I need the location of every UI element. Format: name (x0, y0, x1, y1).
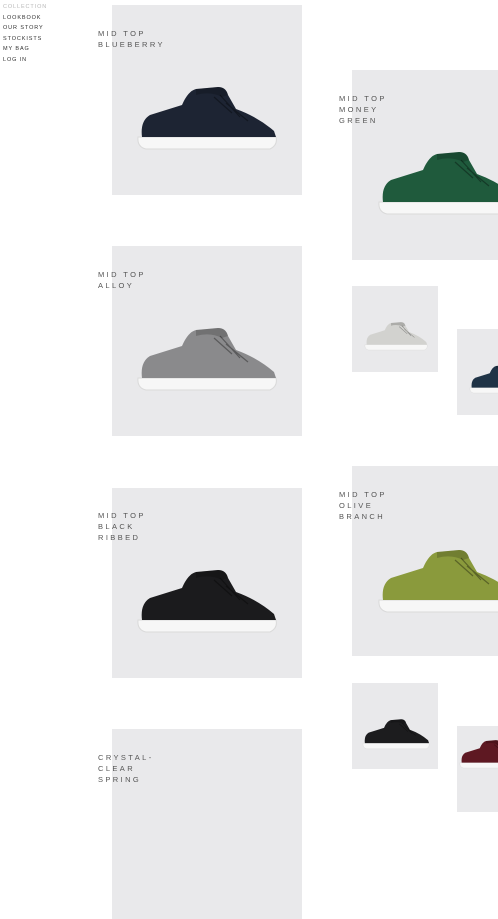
product-name-crystal-clear[interactable]: CRYSTAL- CLEAR SPRING (98, 752, 154, 785)
shoe-image (378, 152, 498, 215)
product-name-black-ribbed[interactable]: MID TOP BLACK RIBBED (98, 510, 146, 543)
product-tile-small-white[interactable] (352, 286, 438, 372)
product-tile-small-burgundy[interactable] (457, 726, 498, 812)
shoe-image (137, 328, 277, 391)
nav-collection[interactable]: COLLECTION (3, 2, 47, 13)
product-name-money-green[interactable]: MID TOP MONEY GREEN (339, 93, 387, 126)
nav-our-story[interactable]: OUR STORY (3, 23, 47, 34)
shoe-image (459, 740, 498, 769)
product-tile-small-navy[interactable] (457, 329, 498, 415)
nav-lookbook[interactable]: LOOKBOOK (3, 13, 47, 24)
shoe-image (137, 570, 277, 633)
shoe-image (362, 719, 430, 750)
shoe-image (364, 322, 428, 351)
nav-my-bag[interactable]: MY BAG (3, 44, 47, 55)
product-tile-small-black[interactable] (352, 683, 438, 769)
product-name-olive-branch[interactable]: MID TOP OLIVE BRANCH (339, 489, 387, 522)
shoe-image (469, 365, 498, 394)
main-nav: COLLECTION LOOKBOOK OUR STORY STOCKISTS … (3, 2, 47, 65)
nav-stockists[interactable]: STOCKISTS (3, 34, 47, 45)
shoe-image (137, 87, 277, 150)
product-name-alloy[interactable]: MID TOP ALLOY (98, 269, 146, 291)
nav-log-in[interactable]: LOG IN (3, 55, 47, 66)
shoe-image (378, 550, 498, 613)
product-name-blueberry[interactable]: MID TOP BLUEBERRY (98, 28, 165, 50)
